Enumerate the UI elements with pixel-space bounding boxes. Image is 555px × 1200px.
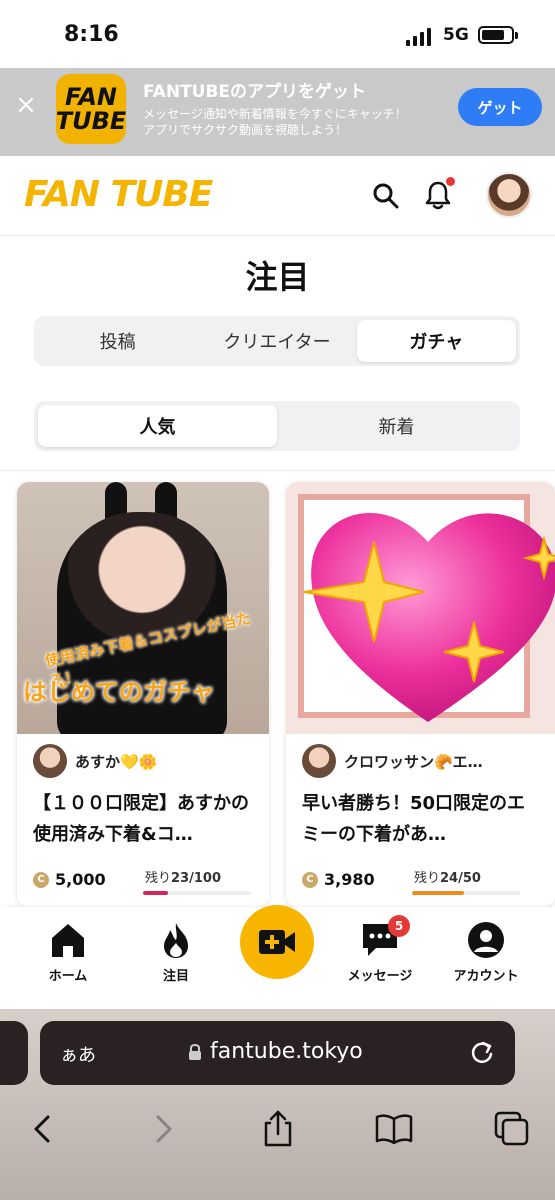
address-bar[interactable]: ぁあ fantube.tokyo bbox=[40, 1021, 515, 1085]
battery-icon bbox=[478, 26, 518, 44]
divider bbox=[0, 470, 555, 471]
nav-messages[interactable]: 5 メッセージ bbox=[330, 915, 430, 984]
get-app-button[interactable]: ゲット bbox=[458, 88, 542, 126]
sort-tabs: 人気 新着 bbox=[34, 401, 520, 451]
progress-bar bbox=[143, 891, 251, 895]
status-bar: 8:16 5G bbox=[0, 0, 555, 68]
nav-home[interactable]: ホーム bbox=[18, 921, 118, 984]
gacha-card[interactable]: 使用済み下着＆コスプレが当たる！ はじめてのガチャ あすか💛🌼 【１００口限定】… bbox=[17, 482, 269, 907]
remaining-count: 残り23/100 bbox=[145, 867, 221, 886]
coin-icon: C bbox=[33, 871, 49, 888]
card-creator[interactable]: あすか💛🌼 bbox=[33, 744, 157, 778]
tabs-icon[interactable] bbox=[492, 1109, 532, 1149]
close-icon[interactable]: × bbox=[15, 92, 37, 118]
browser-chrome: ぁあ fantube.tokyo bbox=[0, 1009, 555, 1200]
site-header: FAN TUBE bbox=[0, 156, 555, 236]
banner-subtitle: メッセージ通知や新着情報を今すぐにキャッチ！ アプリでサクサク動画を視聴しよう！ bbox=[143, 106, 407, 138]
price-value: 3,980 bbox=[324, 870, 375, 889]
forward-icon[interactable] bbox=[142, 1109, 182, 1149]
card-title: 【１００口限定】あすかの使用済み下着&コ… bbox=[33, 793, 249, 845]
remaining-label: 残り bbox=[145, 871, 172, 886]
card-price: C 5,000 bbox=[33, 870, 106, 889]
progress-fill bbox=[412, 891, 464, 895]
nav-trending-label: 注目 bbox=[162, 969, 189, 984]
tab-gacha[interactable]: ガチャ bbox=[356, 320, 516, 362]
nav-account[interactable]: アカウント bbox=[436, 921, 536, 984]
card-price: C 3,980 bbox=[302, 870, 375, 889]
tab-popular[interactable]: 人気 bbox=[38, 405, 277, 447]
card-creator[interactable]: クロワッサン🥐エ… bbox=[302, 744, 483, 778]
network-label: 5G bbox=[443, 25, 469, 45]
url-display: fantube.tokyo bbox=[188, 1039, 363, 1064]
app-logo-line2: TUBE bbox=[55, 107, 127, 135]
banner-subtitle-line2: アプリでサクサク動画を視聴しよう！ bbox=[143, 123, 348, 137]
creator-avatar bbox=[302, 744, 336, 778]
tab-posts[interactable]: 投稿 bbox=[38, 320, 197, 362]
nav-home-label: ホーム bbox=[48, 969, 88, 984]
progress-fill bbox=[143, 891, 168, 895]
app-logo: FAN TUBE bbox=[56, 74, 126, 144]
back-icon[interactable] bbox=[24, 1109, 64, 1149]
remaining-value: 23/100 bbox=[171, 871, 221, 886]
gacha-card[interactable]: クロワッサン🥐エ… 早い者勝ち！50口限定のエミーの下着があ… C 3,980 … bbox=[286, 482, 555, 907]
category-tabs: 投稿 クリエイター ガチャ bbox=[34, 316, 520, 366]
account-icon bbox=[468, 922, 504, 958]
progress-bar bbox=[412, 891, 520, 895]
tab-new[interactable]: 新着 bbox=[277, 405, 516, 447]
creator-avatar bbox=[33, 744, 67, 778]
avatar[interactable] bbox=[486, 172, 532, 218]
notification-bell-icon[interactable] bbox=[424, 177, 455, 210]
tab-creators[interactable]: クリエイター bbox=[197, 320, 356, 362]
status-time: 8:16 bbox=[64, 22, 119, 47]
remaining-label: 残り bbox=[414, 871, 441, 886]
creator-name: あすか💛🌼 bbox=[75, 752, 158, 771]
card-thumbnail bbox=[286, 482, 555, 734]
bottom-nav: ホーム 注目 5 メッセージ アカウント bbox=[0, 905, 555, 1009]
app-install-banner: × FAN TUBE FANTUBEのアプリをゲット メッセージ通知や新着情報を… bbox=[0, 68, 555, 156]
site-logo[interactable]: FAN TUBE bbox=[24, 174, 213, 215]
reader-options[interactable]: ぁあ bbox=[60, 1041, 96, 1067]
reload-icon[interactable] bbox=[469, 1039, 495, 1065]
share-icon[interactable] bbox=[258, 1109, 298, 1149]
home-icon bbox=[52, 924, 84, 957]
card-title: 早い者勝ち！50口限定のエミーの下着があ… bbox=[302, 793, 526, 845]
url-host: fantube.tokyo bbox=[210, 1039, 363, 1064]
video-camera-plus-icon bbox=[259, 930, 295, 954]
coin-icon: C bbox=[302, 871, 318, 888]
lock-icon bbox=[189, 1043, 201, 1060]
flame-icon bbox=[164, 923, 188, 958]
page-title: 注目 bbox=[245, 258, 310, 296]
thumbnail-caption-big: はじめてのガチャ bbox=[23, 678, 215, 706]
sparkling-heart-icon bbox=[303, 513, 555, 722]
remaining-count: 残り24/50 bbox=[414, 867, 481, 886]
notification-dot bbox=[446, 177, 455, 186]
app-logo-line1: FAN bbox=[65, 83, 117, 111]
message-badge: 5 bbox=[388, 915, 410, 937]
signal-icon bbox=[406, 28, 431, 46]
remaining-value: 24/50 bbox=[440, 871, 481, 886]
creator-name: クロワッサン🥐エ… bbox=[344, 752, 483, 771]
nav-account-label: アカウント bbox=[453, 969, 519, 984]
banner-title: FANTUBEのアプリをゲット bbox=[143, 82, 367, 102]
search-icon[interactable] bbox=[372, 182, 400, 210]
price-value: 5,000 bbox=[55, 870, 106, 889]
banner-subtitle-line1: メッセージ通知や新着情報を今すぐにキャッチ！ bbox=[143, 107, 407, 121]
create-video-button[interactable] bbox=[240, 905, 314, 979]
bookmarks-icon[interactable] bbox=[374, 1109, 414, 1149]
previous-tab[interactable] bbox=[0, 1021, 28, 1085]
card-thumbnail: 使用済み下着＆コスプレが当たる！ はじめてのガチャ bbox=[17, 482, 269, 734]
nav-trending[interactable]: 注目 bbox=[126, 921, 226, 984]
nav-messages-label: メッセージ bbox=[347, 969, 413, 984]
